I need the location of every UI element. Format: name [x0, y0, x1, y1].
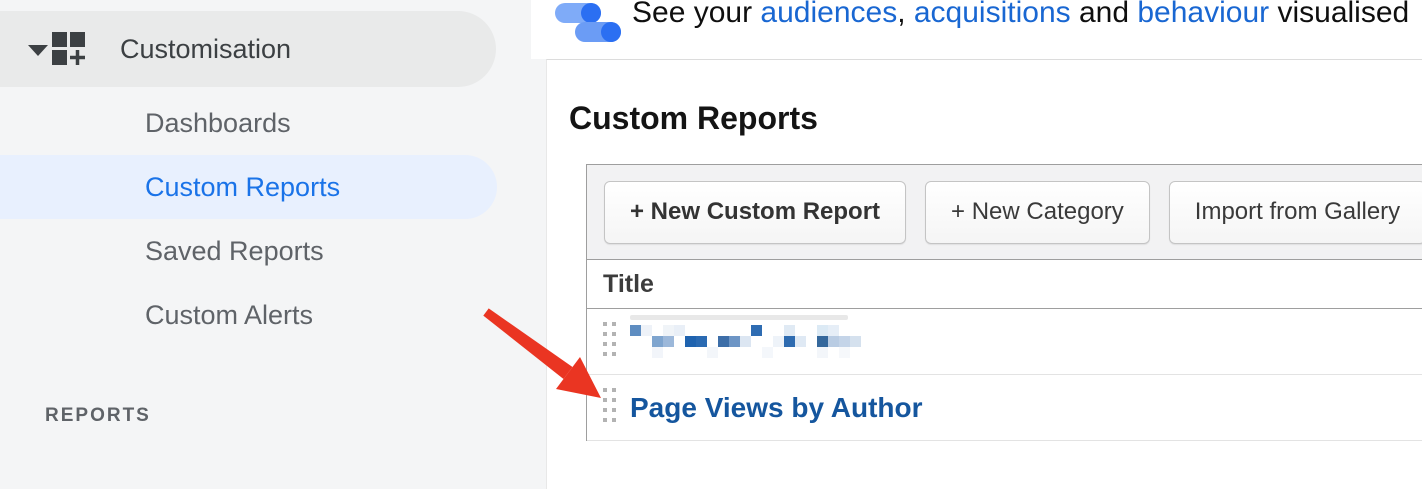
custom-reports-table: + New Custom Report + New Category Impor…: [586, 164, 1422, 441]
acquisitions-link[interactable]: acquisitions: [914, 0, 1071, 29]
sidebar-item-saved-reports[interactable]: Saved Reports: [0, 219, 497, 283]
sidebar-item-dashboards[interactable]: Dashboards: [0, 91, 497, 155]
intro-message: See your audiences, acquisitions and beh…: [632, 0, 1409, 33]
dashboard-customize-icon: [52, 32, 85, 70]
chevron-down-icon[interactable]: [28, 45, 48, 56]
custom-reports-panel: Custom Reports + New Custom Report + New…: [546, 59, 1422, 489]
intro-text: See your: [632, 0, 761, 29]
sidebar-item-custom-alerts[interactable]: Custom Alerts: [0, 283, 497, 347]
page-title: Custom Reports: [569, 100, 818, 136]
data-toggles-icon: [555, 3, 625, 43]
report-link-page-views-by-author[interactable]: Page Views by Author: [630, 392, 923, 424]
drag-handle-icon[interactable]: [603, 322, 616, 361]
sidebar-reports-heading: REPORTS: [45, 405, 151, 426]
sidebar-section-label: Customisation: [120, 34, 292, 64]
new-custom-report-button[interactable]: + New Custom Report: [604, 180, 907, 244]
sidebar-section-customisation[interactable]: Customisation: [0, 11, 496, 87]
new-category-button[interactable]: + New Category: [925, 180, 1150, 244]
intro-banner: See your audiences, acquisitions and beh…: [531, 0, 1422, 59]
sidebar-item-custom-reports[interactable]: Custom Reports: [0, 155, 497, 219]
behaviour-link[interactable]: behaviour: [1137, 0, 1269, 29]
import-from-gallery-button[interactable]: Import from Gallery: [1168, 180, 1422, 244]
redacted-title-mosaic: [630, 315, 861, 358]
table-row-redacted[interactable]: [587, 309, 1422, 375]
drag-handle-icon[interactable]: [603, 388, 616, 427]
sidebar: Customisation Dashboards Custom Reports …: [0, 0, 546, 474]
audiences-link[interactable]: audiences: [760, 0, 897, 29]
table-toolbar: + New Custom Report + New Category Impor…: [587, 165, 1422, 259]
table-row-page-views-by-author[interactable]: Page Views by Author: [587, 375, 1422, 441]
table-header-title: Title: [587, 259, 1422, 309]
